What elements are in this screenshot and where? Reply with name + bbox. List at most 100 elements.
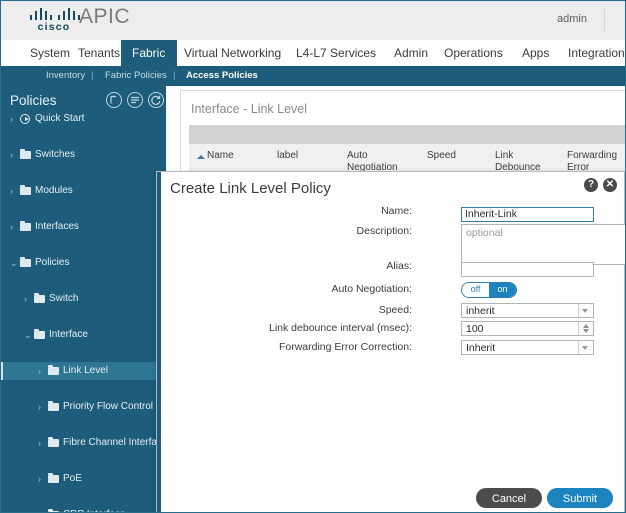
auto-negotiation-control: off on <box>461 282 517 298</box>
sidebar-item-label: Policies <box>35 254 69 272</box>
sidebar-item-policies[interactable]: ⌄ Policies <box>1 254 166 272</box>
chevron-right-icon[interactable]: › <box>38 470 41 488</box>
close-icon[interactable]: ✕ <box>603 178 617 192</box>
name-label: Name: <box>157 204 412 219</box>
table-toolbar-band <box>189 125 626 144</box>
collapse-icon[interactable] <box>106 92 122 108</box>
product-title: APIC <box>79 5 130 29</box>
help-icon[interactable]: ? <box>584 178 598 192</box>
user-menu[interactable]: admin <box>557 13 587 25</box>
link-debounce-label: Link debounce interval (msec): <box>157 321 412 336</box>
column-header-speed[interactable]: Speed <box>427 150 487 162</box>
list-icon[interactable] <box>127 92 143 108</box>
nav-tab-l4-l7-services[interactable]: L4-L7 Services <box>285 40 381 66</box>
subnav-item-inventory[interactable]: Inventory <box>46 66 85 86</box>
sidebar-item-link-level[interactable]: › Link Level <box>1 362 166 380</box>
sidebar-item-label: Quick Start <box>35 110 84 128</box>
sidebar-item-label: Link Level <box>63 362 108 380</box>
link-debounce-stepper[interactable]: 100 <box>461 321 594 336</box>
cancel-button[interactable]: Cancel <box>476 488 542 508</box>
cisco-wordmark: cisco <box>24 21 84 33</box>
folder-icon <box>20 223 31 231</box>
stepper-up-icon[interactable] <box>583 324 589 328</box>
chevron-down-icon[interactable]: ⌄ <box>10 254 18 272</box>
stepper-down-icon[interactable] <box>583 329 589 333</box>
sidebar-item-label: Interfaces <box>35 218 79 236</box>
sidebar-item-switch[interactable]: › Switch <box>1 290 166 308</box>
sidebar-item-quick-start[interactable]: › Quick Start <box>1 110 166 128</box>
chevron-right-icon[interactable]: › <box>38 506 41 513</box>
column-header-name[interactable]: Name <box>207 150 277 162</box>
toggle-off-option[interactable]: off <box>462 283 489 297</box>
sidebar-item-label: Modules <box>35 182 73 200</box>
dialog-title: Create Link Level Policy <box>170 180 331 197</box>
folder-icon <box>34 295 45 303</box>
chevron-right-icon[interactable]: › <box>10 218 13 236</box>
nav-tab-fabric[interactable]: Fabric <box>121 40 177 66</box>
speed-value: inherit <box>466 304 495 318</box>
folder-icon <box>20 187 31 195</box>
alias-label: Alias: <box>157 259 412 274</box>
auto-negotiation-toggle[interactable]: off on <box>461 282 517 298</box>
name-control <box>461 204 594 222</box>
sidebar-item-label: Interface <box>49 326 88 344</box>
column-header-line: Link <box>495 150 565 162</box>
column-header-line: Name <box>207 150 277 162</box>
subnav-item-access-policies[interactable]: Access Policies <box>186 66 258 86</box>
chevron-down-icon[interactable]: ⌄ <box>24 326 32 344</box>
column-header-label[interactable]: label <box>277 150 347 162</box>
folder-icon <box>48 439 59 447</box>
quick-start-icon <box>20 114 30 124</box>
nav-tab-apps[interactable]: Apps <box>511 40 555 66</box>
sidebar-item-label: Fibre Channel Interface <box>63 434 166 452</box>
sidebar-item-poe[interactable]: › PoE <box>1 470 166 488</box>
nav-tab-virtual-networking[interactable]: Virtual Networking <box>173 40 283 66</box>
fec-select[interactable]: Inherit <box>461 340 594 355</box>
sidebar-item-label: Priority Flow Control <box>63 398 153 416</box>
name-input[interactable] <box>461 207 594 222</box>
folder-icon <box>48 475 59 483</box>
sidebar-item-priority-flow-control[interactable]: › Priority Flow Control <box>1 398 166 416</box>
column-header-line: Forwarding <box>567 150 626 162</box>
speed-control: inherit <box>461 303 594 318</box>
nav-tab-admin[interactable]: Admin <box>383 40 435 66</box>
sidebar-item-interfaces[interactable]: › Interfaces <box>1 218 166 236</box>
stepper-arrows-icon[interactable] <box>578 322 593 335</box>
cisco-bars-icon <box>30 8 78 20</box>
nav-tab-tenants[interactable]: Tenants <box>67 40 129 66</box>
fec-label: Forwarding Error Correction: <box>157 340 412 355</box>
alias-input[interactable] <box>461 262 594 277</box>
chevron-down-icon[interactable] <box>578 341 593 354</box>
column-header-line: Auto <box>347 150 421 162</box>
nav-tab-operations[interactable]: Operations <box>433 40 511 66</box>
subnav-item-fabric-policies[interactable]: Fabric Policies <box>105 66 167 86</box>
folder-icon <box>48 367 59 375</box>
chevron-right-icon[interactable]: › <box>38 398 41 416</box>
chevron-right-icon[interactable]: › <box>38 434 41 452</box>
submit-button[interactable]: Submit <box>547 488 613 508</box>
sidebar-item-switches[interactable]: ›Switches <box>1 146 166 164</box>
chevron-right-icon[interactable]: › <box>10 110 13 128</box>
sidebar-item-cdp-interface[interactable]: ›CDP Interface <box>1 506 166 513</box>
column-header-auto-negotiation[interactable]: AutoNegotiation <box>347 150 421 173</box>
speed-label: Speed: <box>157 303 412 318</box>
apic-application-window: cisco APIC admin SystemTenantsFabricVirt… <box>0 0 626 513</box>
refresh-icon[interactable] <box>148 92 164 108</box>
toggle-on-option[interactable]: on <box>489 283 516 297</box>
sidebar-item-fibre-channel-interface[interactable]: › Fibre Channel Interface <box>1 434 166 452</box>
sidebar-item-modules[interactable]: › Modules <box>1 182 166 200</box>
sidebar-item-label: PoE <box>63 470 82 488</box>
description-label: Description: <box>157 224 412 239</box>
speed-select[interactable]: inherit <box>461 303 594 318</box>
alias-control <box>461 259 594 277</box>
chevron-down-icon[interactable] <box>578 304 593 317</box>
chevron-right-icon[interactable]: › <box>10 146 13 164</box>
help-glyph: ? <box>584 178 598 192</box>
sidebar-item-label: Switch <box>49 290 78 308</box>
sidebar-item-interface[interactable]: ⌄ Interface <box>1 326 166 344</box>
sort-ascending-icon[interactable] <box>197 155 205 159</box>
chevron-right-icon[interactable]: › <box>24 290 27 308</box>
chevron-right-icon[interactable]: › <box>10 182 13 200</box>
nav-tab-integrations[interactable]: Integrations <box>557 40 626 66</box>
chevron-right-icon[interactable]: › <box>38 362 41 380</box>
